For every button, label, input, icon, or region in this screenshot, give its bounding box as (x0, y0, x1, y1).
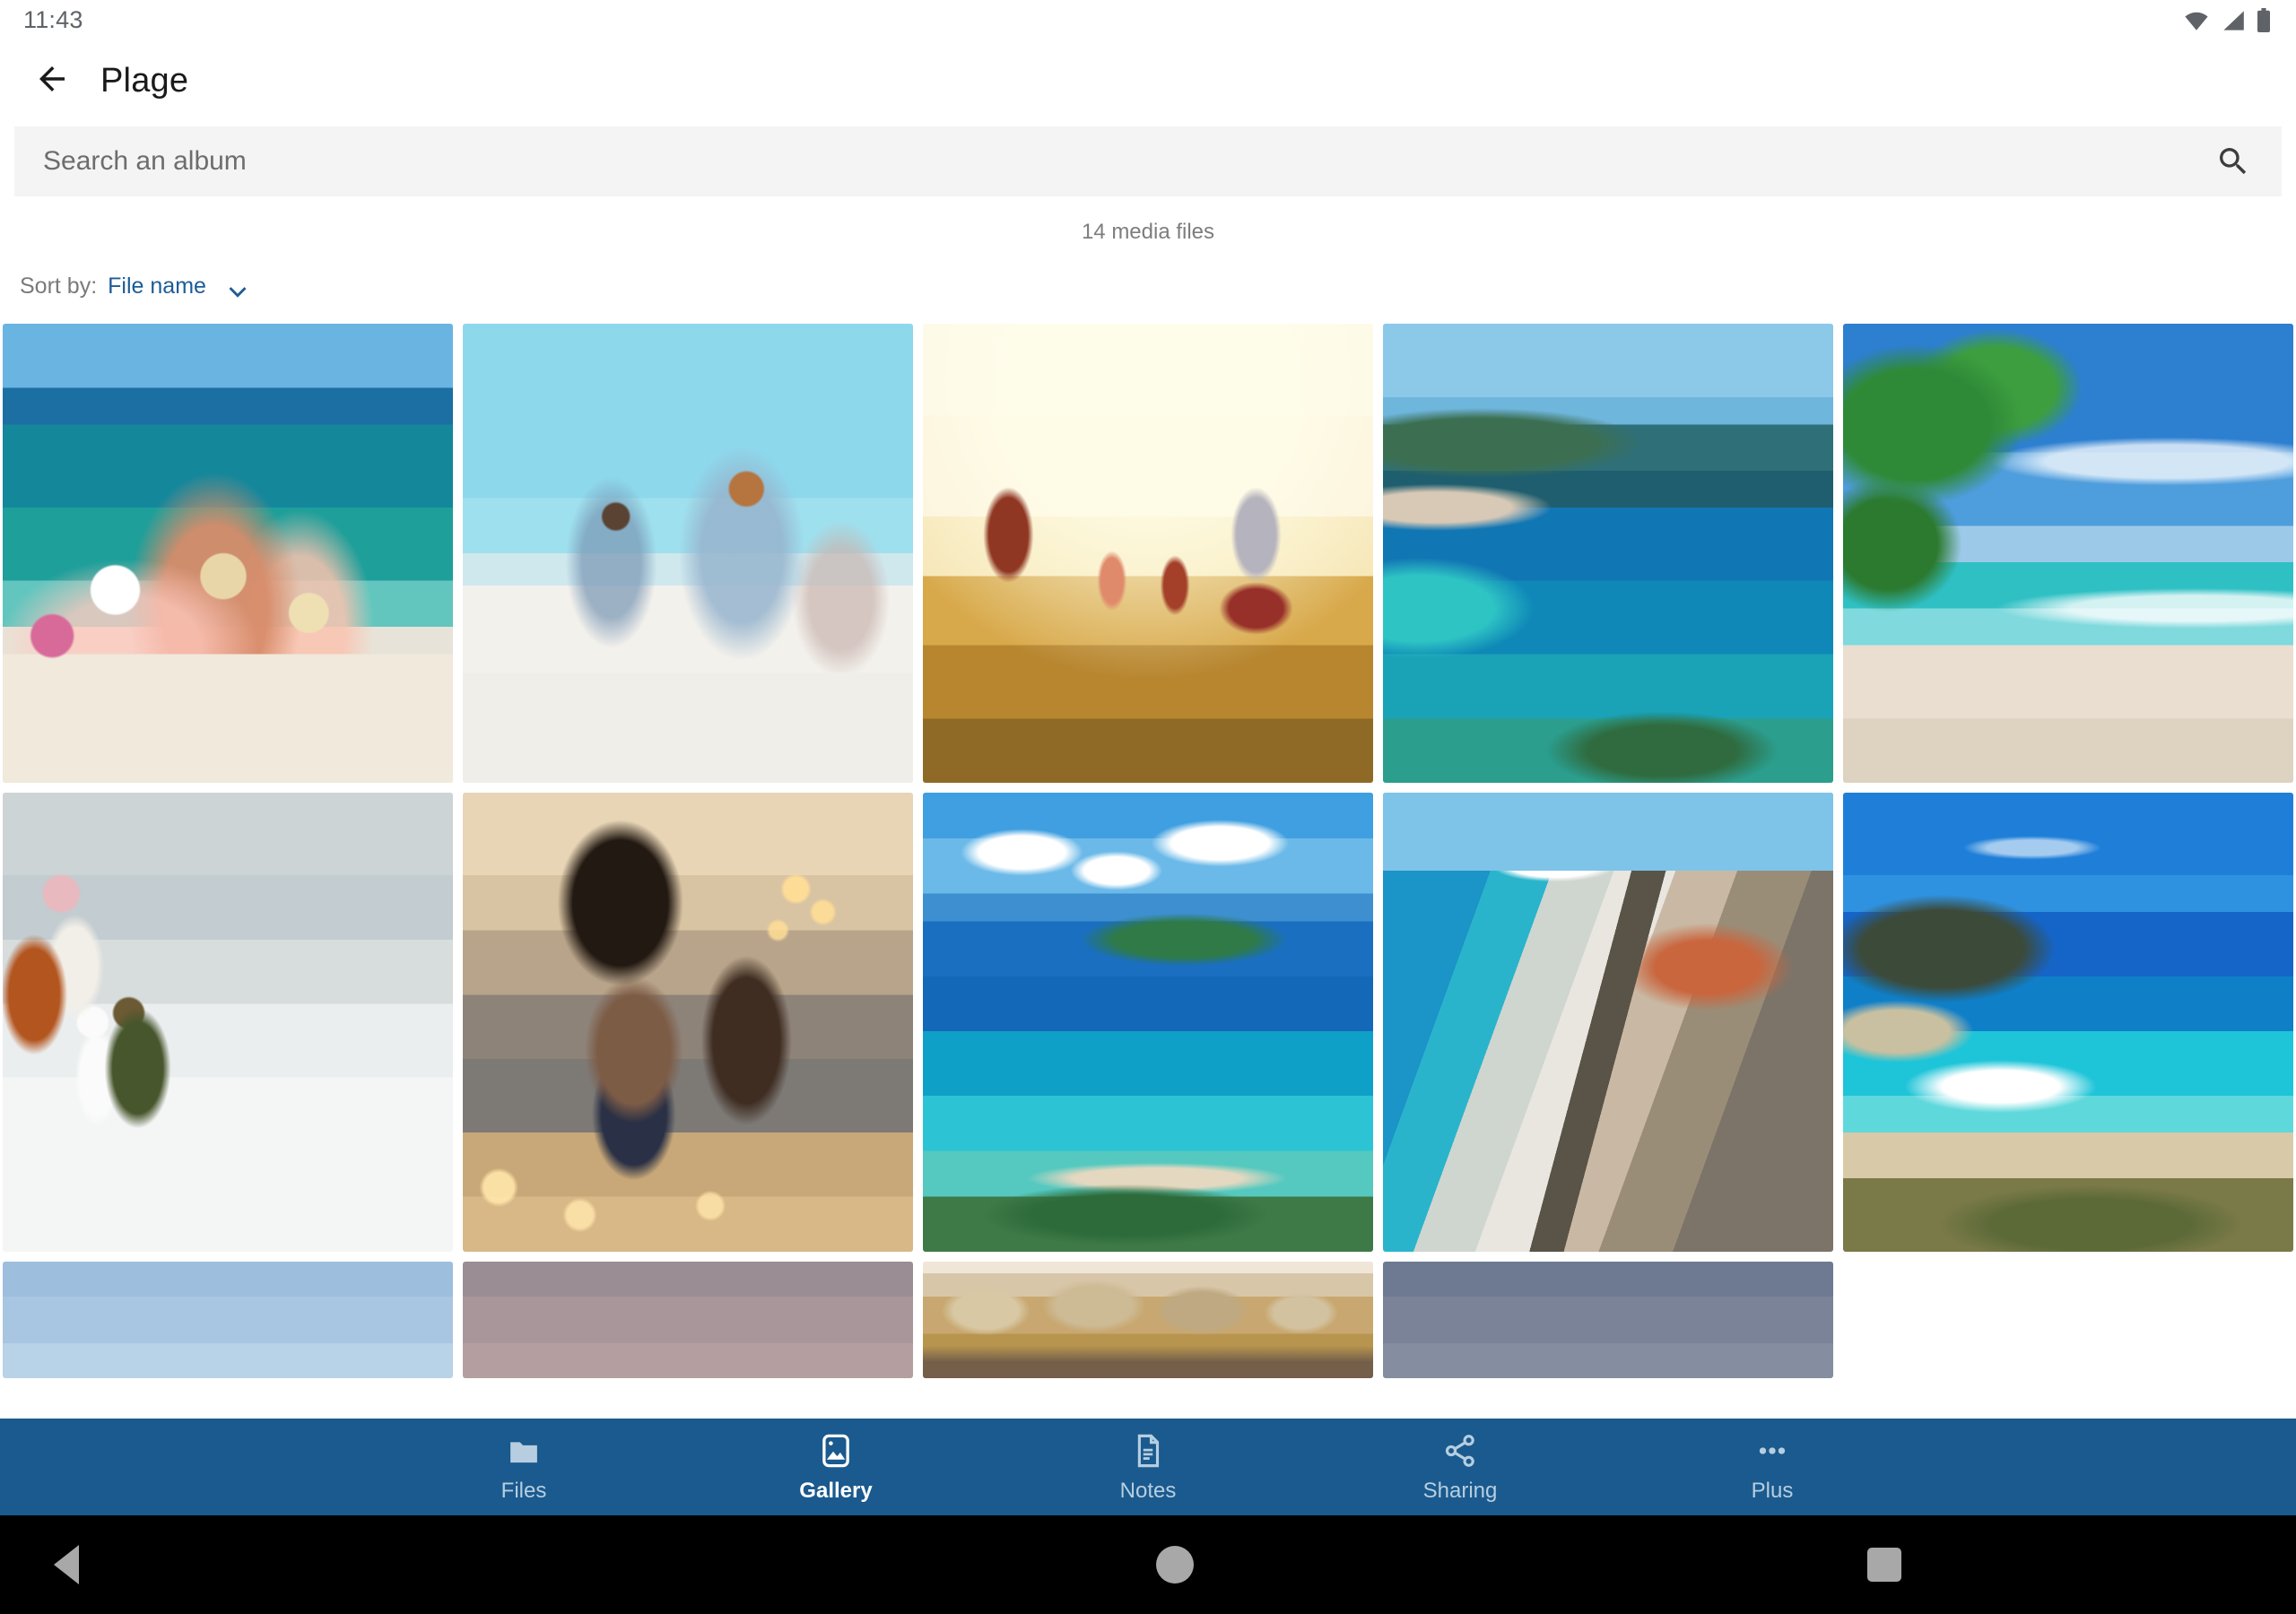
app-bar: Plage (0, 40, 2296, 121)
status-clock: 11:43 (23, 6, 83, 33)
photo-family-wheat-field-sunset[interactable] (923, 324, 1373, 783)
search-icon[interactable] (2215, 143, 2251, 179)
wifi-icon (2183, 10, 2210, 31)
triangle-back-icon (54, 1545, 79, 1584)
photo-family-beach-arms-raised[interactable] (3, 324, 453, 783)
more-dots-icon (1753, 1430, 1791, 1471)
search-input[interactable]: Search an album (43, 146, 247, 177)
search-bar[interactable]: Search an album (14, 126, 2282, 196)
photo-mother-daughter-tent-lights[interactable] (463, 793, 913, 1252)
photo-desert-dunes-partial[interactable] (923, 1262, 1373, 1378)
nav-item-files[interactable]: Files (368, 1419, 680, 1515)
photo-family-running-white-sand[interactable] (463, 324, 913, 783)
media-count-label: 14 media files (1081, 220, 1215, 244)
nav-item-plus[interactable]: Plus (1616, 1419, 1928, 1515)
photo-nice-promenade-aerial[interactable] (1383, 793, 1833, 1252)
search-section: Search an album (0, 126, 2296, 196)
nav-label-gallery: Gallery (799, 1479, 873, 1503)
nav-item-notes[interactable]: Notes (992, 1419, 1304, 1515)
circle-home-icon (1155, 1546, 1194, 1584)
system-back-button[interactable] (0, 1545, 801, 1584)
note-icon (1129, 1430, 1167, 1471)
cellular-signal-icon (2222, 10, 2245, 31)
photo-tropical-palm-beach[interactable] (1843, 324, 2293, 783)
sort-field-value[interactable]: File name (108, 273, 206, 299)
system-navigation-bar (0, 1515, 2296, 1614)
photo-mediterranean-bay-aerial[interactable] (1383, 324, 1833, 783)
photo-family-snowman-winter[interactable] (3, 793, 453, 1252)
photo-tropical-bay-clouds[interactable] (923, 793, 1373, 1252)
page-title: Plage (100, 61, 189, 100)
battery-icon (2257, 7, 2271, 33)
nav-label-sharing: Sharing (1422, 1479, 1498, 1503)
sort-row: Sort by: File name (0, 268, 2296, 304)
square-recents-icon (1866, 1548, 1901, 1582)
arrow-down-icon[interactable] (222, 271, 253, 301)
nav-item-gallery[interactable]: Gallery (680, 1419, 992, 1515)
nav-label-notes: Notes (1119, 1479, 1177, 1503)
share-icon (1441, 1430, 1479, 1471)
arrow-left-icon (33, 60, 71, 102)
photo-grid (0, 324, 2296, 1378)
back-button[interactable] (25, 54, 79, 108)
photo-sky-blue-partial[interactable] (3, 1262, 453, 1378)
nav-item-sharing[interactable]: Sharing (1304, 1419, 1616, 1515)
status-bar: 11:43 (0, 0, 2296, 40)
nav-label-plus: Plus (1751, 1479, 1794, 1503)
system-recents-button[interactable] (1549, 1548, 2296, 1582)
image-icon (817, 1430, 855, 1471)
sort-by-label: Sort by: (20, 273, 98, 299)
folder-icon (505, 1430, 543, 1471)
system-home-button[interactable] (801, 1546, 1548, 1584)
photo-balos-lagoon[interactable] (1843, 793, 2293, 1252)
status-icon-group (2183, 7, 2271, 33)
photo-mauve-sky-partial[interactable] (463, 1262, 913, 1378)
bottom-navigation: Files Gallery Notes Sharing Plus (0, 1419, 2296, 1515)
photo-dusk-partial[interactable] (1383, 1262, 1833, 1378)
nav-label-files: Files (500, 1479, 547, 1503)
